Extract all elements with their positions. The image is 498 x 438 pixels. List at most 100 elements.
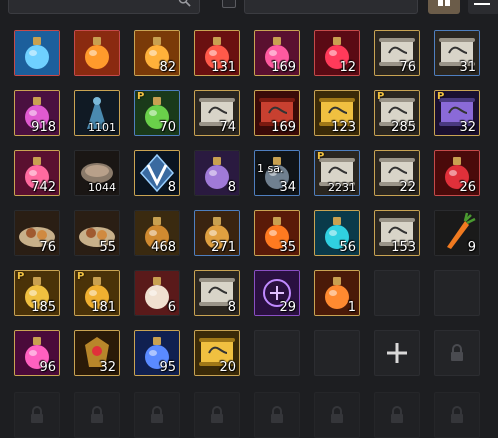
inventory-slot[interactable] bbox=[74, 30, 120, 76]
inventory-slot[interactable]: P 185 bbox=[14, 270, 60, 316]
premium-badge: P bbox=[17, 271, 25, 282]
item-quantity: 96 bbox=[39, 360, 56, 375]
premium-badge: P bbox=[317, 151, 325, 162]
item-quantity: 918 bbox=[31, 120, 56, 135]
item-quantity: 185 bbox=[31, 300, 56, 315]
inventory-slot[interactable]: 96 bbox=[14, 330, 60, 376]
inventory-slot[interactable]: 123 bbox=[314, 90, 360, 136]
item-quantity: 95 bbox=[159, 360, 176, 375]
lock-icon bbox=[331, 406, 343, 423]
item-quantity: 12 bbox=[339, 60, 356, 75]
item-quantity: 8 bbox=[227, 180, 236, 195]
item-quantity: 742 bbox=[31, 180, 56, 195]
inventory-slot[interactable]: 742 bbox=[14, 150, 60, 196]
inventory-slot[interactable]: P 32 bbox=[434, 90, 480, 136]
inventory-slot[interactable]: 22 bbox=[374, 150, 420, 196]
inventory-slot[interactable]: 153 bbox=[374, 210, 420, 256]
inventory-slot[interactable]: P 2231 bbox=[314, 150, 360, 196]
inventory-slot[interactable]: 31 bbox=[434, 30, 480, 76]
item-quantity: 181 bbox=[91, 300, 116, 315]
item-quantity: 82 bbox=[159, 60, 176, 75]
inventory-slot[interactable]: 918 bbox=[14, 90, 60, 136]
inventory-slot[interactable]: 271 bbox=[194, 210, 240, 256]
inventory-slot[interactable] bbox=[74, 392, 120, 438]
inventory-slot[interactable]: P 285 bbox=[374, 90, 420, 136]
item-quantity: 74 bbox=[219, 120, 236, 135]
inventory-slot[interactable]: 8 bbox=[194, 150, 240, 196]
inventory-slot[interactable] bbox=[374, 392, 420, 438]
inventory-slot[interactable]: 169 bbox=[254, 90, 300, 136]
inventory-slot[interactable] bbox=[314, 392, 360, 438]
inventory-slot[interactable]: 12 bbox=[314, 30, 360, 76]
inventory-slot[interactable]: P 181 bbox=[74, 270, 120, 316]
plus-icon bbox=[387, 343, 407, 363]
item-quantity: 70 bbox=[159, 120, 176, 135]
inventory-slot[interactable]: 32 bbox=[74, 330, 120, 376]
lock-icon bbox=[451, 406, 463, 423]
inventory-slot[interactable]: 8 bbox=[134, 150, 180, 196]
inventory-slot[interactable]: 76 bbox=[374, 30, 420, 76]
inventory-slot[interactable]: 1044 bbox=[74, 150, 120, 196]
inventory-slot[interactable]: 9 bbox=[434, 210, 480, 256]
inventory-slot[interactable] bbox=[14, 392, 60, 438]
inventory-slot[interactable] bbox=[434, 270, 480, 316]
inventory-slot[interactable] bbox=[374, 330, 420, 376]
item-quantity: 6 bbox=[167, 300, 176, 315]
inventory-slot[interactable]: 468 bbox=[134, 210, 180, 256]
inventory-slot[interactable] bbox=[254, 330, 300, 376]
inventory-slot[interactable]: 1 sa. 34 bbox=[254, 150, 300, 196]
inventory-slot[interactable]: 20 bbox=[194, 330, 240, 376]
inventory-slot[interactable] bbox=[314, 330, 360, 376]
inventory-slot[interactable]: 56 bbox=[314, 210, 360, 256]
item-quantity: 169 bbox=[271, 120, 296, 135]
item-quantity: 285 bbox=[391, 120, 416, 135]
inventory-slot[interactable]: P 70 bbox=[134, 90, 180, 136]
item-quantity: 1101 bbox=[88, 121, 116, 134]
inventory-slot[interactable]: 29 bbox=[254, 270, 300, 316]
inventory-slot[interactable]: 8 bbox=[194, 270, 240, 316]
lock-icon bbox=[91, 406, 103, 423]
item-quantity: 123 bbox=[331, 120, 356, 135]
item-quantity: 32 bbox=[99, 360, 116, 375]
inventory-slot[interactable]: 6 bbox=[134, 270, 180, 316]
item-quantity: 32 bbox=[459, 120, 476, 135]
item-quantity: 153 bbox=[391, 240, 416, 255]
inventory-slot[interactable]: 131 bbox=[194, 30, 240, 76]
inventory-slot[interactable] bbox=[434, 392, 480, 438]
item-quantity: 131 bbox=[211, 60, 236, 75]
premium-badge: P bbox=[437, 91, 445, 102]
inventory-slot[interactable]: 82 bbox=[134, 30, 180, 76]
inventory-slot[interactable] bbox=[14, 30, 60, 76]
premium-badge: P bbox=[137, 91, 145, 102]
inventory-slot[interactable] bbox=[434, 330, 480, 376]
inventory-slot[interactable]: 1 bbox=[314, 270, 360, 316]
item-quantity: 2231 bbox=[328, 181, 356, 194]
inventory-slot[interactable]: 95 bbox=[134, 330, 180, 376]
item-quantity: 9 bbox=[467, 240, 476, 255]
item-quantity: 55 bbox=[99, 240, 116, 255]
inventory-slot[interactable]: 1101 bbox=[74, 90, 120, 136]
inventory-slot[interactable]: 26 bbox=[434, 150, 480, 196]
lock-icon bbox=[211, 406, 223, 423]
blue-elixir-bottle-icon bbox=[15, 31, 59, 75]
inventory-slot[interactable] bbox=[194, 392, 240, 438]
inventory-slot[interactable] bbox=[374, 270, 420, 316]
item-quantity: 22 bbox=[399, 180, 416, 195]
premium-badge: P bbox=[377, 91, 385, 102]
lock-icon bbox=[391, 406, 403, 423]
inventory-slot[interactable]: 169 bbox=[254, 30, 300, 76]
item-quantity: 35 bbox=[279, 240, 296, 255]
item-quantity: 76 bbox=[399, 60, 416, 75]
premium-badge: P bbox=[77, 271, 85, 282]
item-quantity: 29 bbox=[279, 300, 296, 315]
item-quantity: 169 bbox=[271, 60, 296, 75]
item-quantity: 76 bbox=[39, 240, 56, 255]
inventory-slot[interactable]: 76 bbox=[14, 210, 60, 256]
inventory-slot[interactable]: 74 bbox=[194, 90, 240, 136]
inventory-slot[interactable]: 35 bbox=[254, 210, 300, 256]
inventory-slot[interactable] bbox=[254, 392, 300, 438]
item-quantity: 271 bbox=[211, 240, 236, 255]
inventory-slot[interactable]: 55 bbox=[74, 210, 120, 256]
inventory-slot[interactable] bbox=[134, 392, 180, 438]
item-quantity: 31 bbox=[459, 60, 476, 75]
